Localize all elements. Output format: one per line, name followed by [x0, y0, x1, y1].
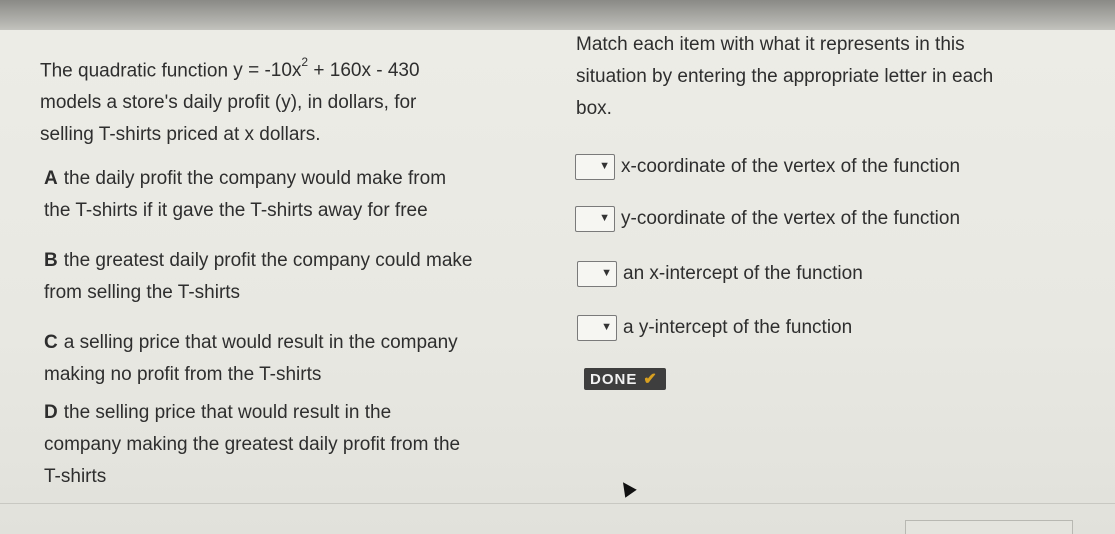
option-letter: D — [44, 402, 58, 423]
option-letter: A — [44, 168, 58, 189]
bottom-input-box[interactable] — [905, 520, 1073, 534]
instructions-line-2: situation by entering the appropriate le… — [576, 66, 994, 87]
check-icon: ✔ — [643, 371, 658, 388]
problem-statement: The quadratic function y = -10x2 + 160x … — [40, 55, 420, 152]
chevron-down-icon: ▼ — [601, 267, 612, 279]
match-row-y-vertex: ▼ y-coordinate of the vertex of the func… — [575, 206, 960, 232]
match-row-y-intercept: ▼ a y-intercept of the function — [577, 315, 852, 341]
option-b: Bthe greatest daily profit the company c… — [44, 250, 473, 303]
option-a: Athe daily profit the company would make… — [44, 168, 447, 221]
divider — [0, 503, 1115, 504]
instructions-line-3: box. — [576, 98, 612, 119]
option-c: Ca selling price that would result in th… — [44, 332, 458, 385]
option-letter: B — [44, 250, 58, 271]
match-label: x-coordinate of the vertex of the functi… — [621, 156, 961, 177]
answer-dropdown[interactable]: ▼ — [577, 315, 617, 341]
intro-line-1: The quadratic function y = -10x2 + 160x … — [40, 55, 420, 82]
chevron-down-icon: ▼ — [599, 160, 610, 172]
match-row-x-intercept: ▼ an x-intercept of the function — [577, 261, 863, 287]
quadratic-equation: y = -10x2 + 160x - 430 — [233, 55, 420, 82]
instructions-line-1: Match each item with what it represents … — [576, 34, 965, 55]
intro-line-2: models a store's daily profit (y), in do… — [40, 92, 417, 113]
chevron-down-icon: ▼ — [599, 212, 610, 224]
answer-dropdown[interactable]: ▼ — [575, 154, 615, 180]
option-letter: C — [44, 332, 58, 353]
answer-dropdown[interactable]: ▼ — [575, 206, 615, 232]
done-button[interactable]: DONE ✔ — [584, 368, 666, 390]
answer-dropdown[interactable]: ▼ — [577, 261, 617, 287]
match-label: an x-intercept of the function — [623, 263, 863, 284]
match-label: a y-intercept of the function — [623, 317, 853, 338]
option-d: Dthe selling price that would result in … — [44, 402, 461, 487]
instructions: Match each item with what it represents … — [576, 30, 993, 126]
intro-line-3: selling T-shirts priced at x dollars. — [40, 124, 321, 145]
match-label: y-coordinate of the vertex of the functi… — [621, 208, 961, 229]
chevron-down-icon: ▼ — [601, 321, 612, 333]
match-row-x-vertex: ▼ x-coordinate of the vertex of the func… — [575, 154, 960, 180]
